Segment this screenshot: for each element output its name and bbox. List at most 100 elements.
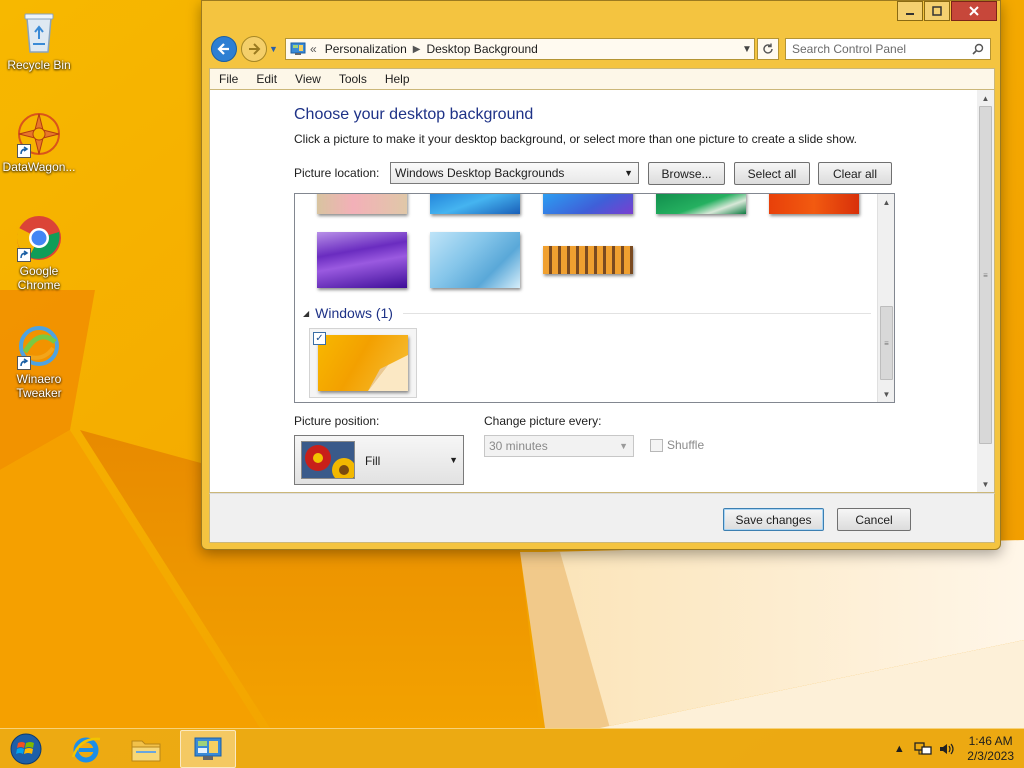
chevron-down-icon: ▼ (619, 441, 628, 451)
control-panel-icon (194, 737, 222, 760)
desktop-icon-label: DataWagon... (2, 160, 76, 174)
maximize-button[interactable] (924, 1, 950, 21)
windows-group-header[interactable]: ◢ Windows (1) (303, 305, 871, 321)
selected-wallpaper-item[interactable]: ✓ (309, 328, 417, 398)
breadcrumb-separator-icon[interactable]: ▶ (413, 44, 421, 55)
desktop-icon-label: Winaero Tweaker (16, 372, 62, 400)
shortcut-arrow-icon (17, 144, 31, 158)
save-changes-button[interactable]: Save changes (723, 508, 824, 531)
recycle-bin-icon (15, 8, 63, 56)
back-button[interactable] (211, 36, 237, 62)
picture-position-select[interactable]: Fill ▼ (294, 435, 464, 485)
desktop-icon-winaero-tweaker[interactable]: Winaero Tweaker (1, 322, 77, 400)
chevron-down-icon: ▼ (624, 168, 633, 178)
taskbar-clock[interactable]: 1:46 AM 2/3/2023 (967, 734, 1014, 764)
close-button[interactable] (951, 1, 997, 21)
refresh-button[interactable] (757, 38, 779, 60)
minimize-icon (906, 13, 914, 15)
desktop-icon-datawagon[interactable]: DataWagon... (1, 110, 77, 174)
menu-bar: File Edit View Tools Help (209, 68, 995, 90)
close-icon (969, 6, 979, 16)
forward-arrow-icon (249, 43, 261, 55)
picture-location-value: Windows Desktop Backgrounds (395, 166, 565, 180)
menu-file[interactable]: File (210, 72, 247, 86)
folder-icon (131, 740, 161, 762)
menu-view[interactable]: View (286, 72, 330, 86)
address-overflow-chevron[interactable]: « (310, 42, 317, 56)
browse-button[interactable]: Browse... (648, 162, 725, 185)
content-scrollbar[interactable]: ▲ ≡ ▼ (977, 90, 994, 492)
network-icon[interactable] (913, 739, 933, 759)
desktop-icon-google-chrome[interactable]: Google Chrome (1, 214, 77, 292)
menu-edit[interactable]: Edit (247, 72, 286, 86)
gallery-scrollbar[interactable]: ▲ ≡ ▼ (877, 194, 894, 402)
desktop-icon-label: Google Chrome (17, 264, 61, 292)
picture-position-value: Fill (365, 454, 381, 468)
show-hidden-icons-chevron-up-icon[interactable]: ▲ (889, 739, 909, 759)
picture-location-select[interactable]: Windows Desktop Backgrounds ▼ (390, 162, 639, 184)
maximize-icon (932, 6, 942, 16)
wallpaper-thumbnail-windows[interactable] (318, 335, 408, 391)
menu-tools[interactable]: Tools (330, 72, 376, 86)
change-picture-interval-value: 30 minutes (489, 439, 548, 453)
scroll-down-icon[interactable]: ▼ (878, 386, 894, 402)
group-title: Windows (1) (315, 305, 393, 321)
gallery-scroll-thumb[interactable]: ≡ (880, 306, 893, 380)
scroll-up-icon[interactable]: ▲ (878, 194, 894, 210)
wallpaper-checkbox[interactable]: ✓ (313, 332, 326, 345)
cancel-button[interactable]: Cancel (837, 508, 911, 531)
minimize-button[interactable] (897, 1, 923, 21)
start-button[interactable] (0, 730, 52, 768)
wallpaper-thumbnail[interactable] (317, 194, 407, 214)
wallpaper-thumbnail[interactable] (656, 194, 746, 214)
control-panel-window: ▼ « Personalization ▶ Desktop Background… (201, 0, 1001, 550)
shortcut-arrow-icon (17, 356, 31, 370)
wallpaper-thumbnail[interactable] (317, 232, 407, 288)
change-picture-interval-select[interactable]: 30 minutes ▼ (484, 435, 634, 457)
picture-position-label: Picture position: (294, 414, 380, 428)
forward-button[interactable] (241, 36, 267, 62)
taskbar-internet-explorer[interactable] (58, 730, 114, 768)
taskbar-control-panel[interactable] (180, 730, 236, 768)
desktop-icon-recycle-bin[interactable]: Recycle Bin (1, 8, 77, 72)
search-box[interactable]: Search Control Panel (785, 38, 991, 60)
picture-location-label: Picture location: (294, 166, 380, 180)
shuffle-label: Shuffle (667, 438, 705, 452)
collapse-triangle-icon[interactable]: ◢ (303, 309, 309, 318)
menu-help[interactable]: Help (376, 72, 419, 86)
page-title: Choose your desktop background (294, 106, 534, 123)
clear-all-button[interactable]: Clear all (818, 162, 892, 185)
wallpaper-thumbnail[interactable] (543, 246, 633, 274)
wallpaper-thumbnail[interactable] (430, 194, 520, 214)
scroll-up-icon[interactable]: ▲ (977, 90, 994, 106)
winaero-tweaker-icon (15, 322, 63, 370)
shortcut-arrow-icon (17, 248, 31, 262)
desktop-icon-label: Recycle Bin (7, 58, 71, 72)
wallpaper-thumbnail[interactable] (543, 194, 633, 214)
wallpaper-thumbnail[interactable] (769, 194, 859, 214)
search-placeholder: Search Control Panel (792, 42, 907, 56)
content-scroll-thumb[interactable]: ≡ (979, 106, 992, 444)
volume-icon[interactable] (937, 739, 957, 759)
taskbar-file-explorer[interactable] (118, 730, 174, 768)
address-dropdown-icon[interactable]: ▼ (740, 44, 754, 55)
breadcrumb-personalization[interactable]: Personalization (325, 42, 407, 56)
taskbar: ▲ 1:46 AM 2/3/2023 (0, 728, 1024, 768)
scroll-down-icon[interactable]: ▼ (977, 476, 994, 492)
internet-explorer-icon (71, 737, 101, 763)
wallpaper-thumbnail[interactable] (430, 232, 520, 288)
recent-pages-button[interactable]: ▼ (269, 44, 281, 54)
breadcrumb-desktop-background[interactable]: Desktop Background (426, 42, 537, 56)
select-all-button[interactable]: Select all (734, 162, 810, 185)
address-bar[interactable]: « Personalization ▶ Desktop Background ▼ (285, 38, 755, 60)
shuffle-checkbox-box[interactable] (650, 438, 663, 452)
background-gallery: ◢ Windows (1) ✓ ▲ ≡ ▼ (294, 193, 895, 403)
navigation-bar: ▼ « Personalization ▶ Desktop Background… (211, 35, 994, 63)
group-divider (402, 312, 871, 314)
chevron-down-icon: ▼ (449, 455, 458, 465)
content-pane: Choose your desktop background Click a p… (209, 90, 995, 493)
search-icon[interactable] (972, 43, 984, 55)
control-panel-icon (290, 42, 306, 55)
shuffle-checkbox[interactable]: Shuffle (650, 438, 704, 452)
refresh-icon (763, 43, 773, 54)
